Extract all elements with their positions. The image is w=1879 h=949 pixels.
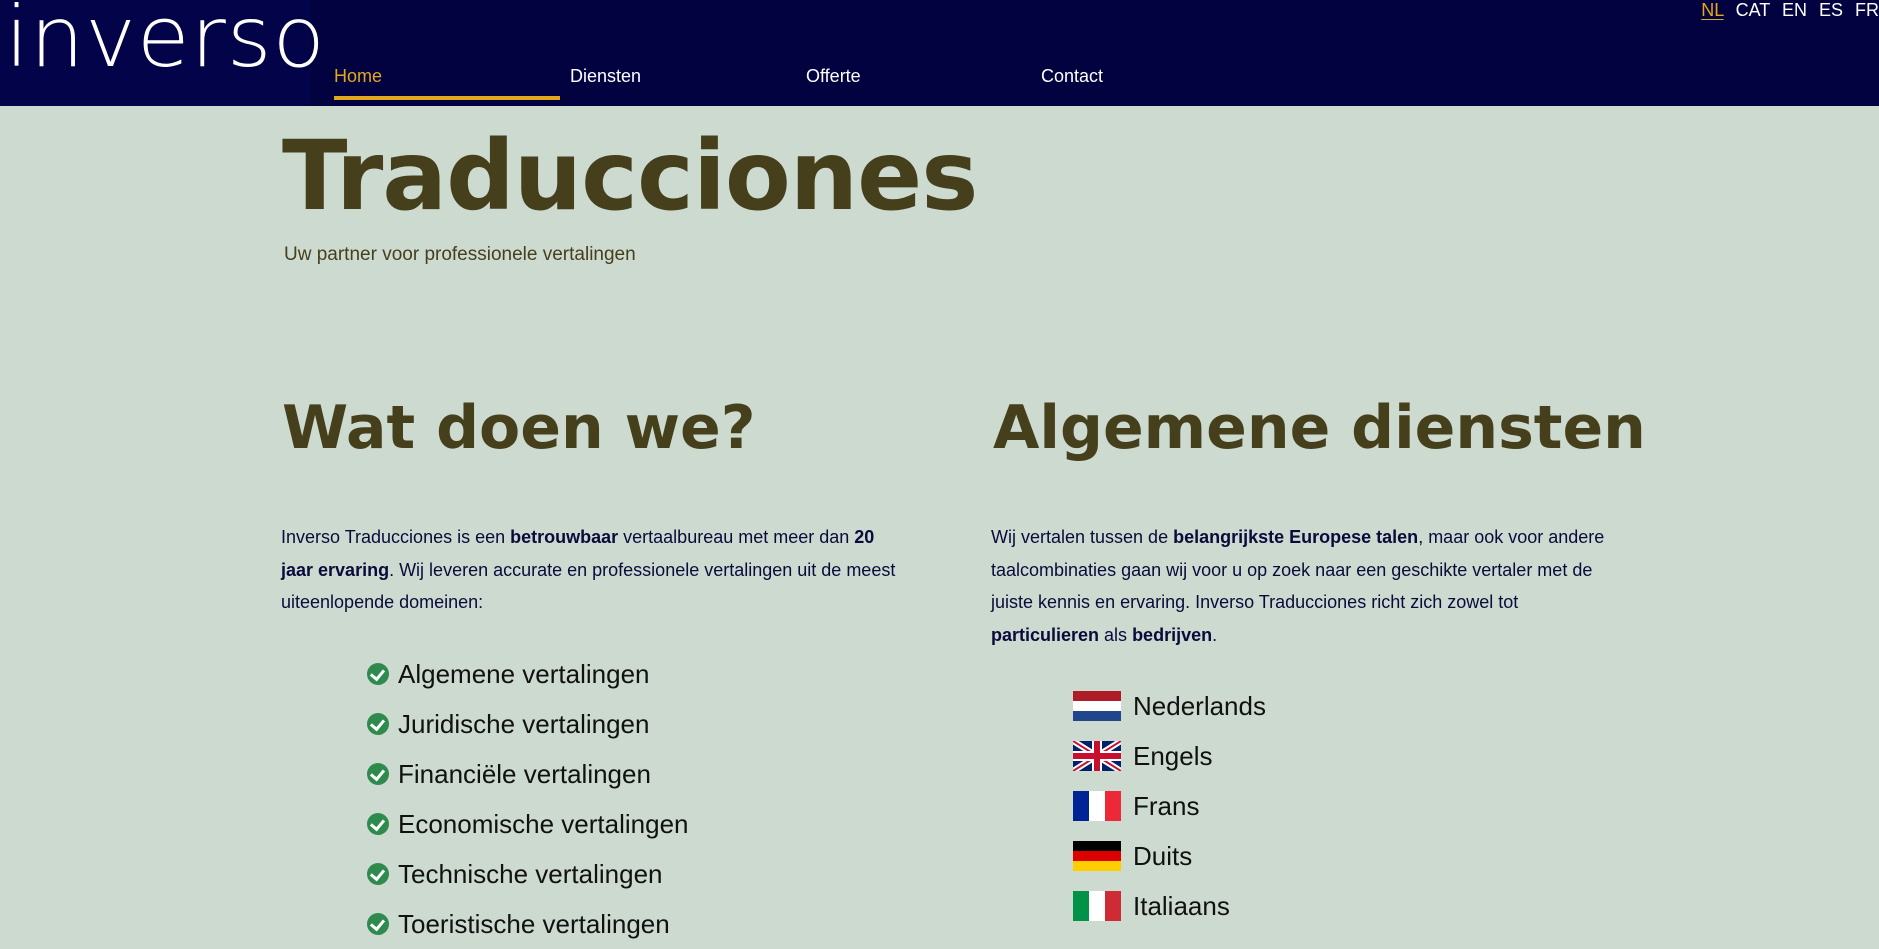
france-flag-icon xyxy=(1073,791,1121,821)
service-label: Economische vertalingen xyxy=(398,808,689,839)
uk-flag-icon xyxy=(1073,741,1121,771)
intro-text: Wij vertalen tussen de xyxy=(991,527,1174,547)
intro-paragraph-right: Wij vertalen tussen de belangrijkste Eur… xyxy=(991,521,1611,651)
lang-nl[interactable]: NL xyxy=(1701,0,1723,20)
service-label: Financiële vertalingen xyxy=(398,758,651,789)
germany-flag-icon xyxy=(1073,841,1121,871)
netherlands-flag-icon xyxy=(1073,691,1121,721)
intro-bold-text: bedrijven xyxy=(1132,624,1213,645)
list-item: Engels xyxy=(1073,731,1266,781)
intro-text: . xyxy=(1212,624,1218,645)
italy-flag-icon xyxy=(1073,891,1121,921)
service-label: Juridische vertalingen xyxy=(398,708,650,739)
intro-paragraph-left: Inverso Traducciones is een betrouwbaar … xyxy=(281,521,901,619)
services-list: Algemene vertalingen Juridische vertalin… xyxy=(367,649,689,949)
section-heading-wat-doen-we: Wat doen we? xyxy=(282,393,756,463)
language-label: Italiaans xyxy=(1133,890,1230,921)
check-circle-icon xyxy=(367,863,389,885)
page-subtitle: Uw partner voor professionele vertalinge… xyxy=(284,244,636,265)
lang-es[interactable]: ES xyxy=(1819,0,1843,20)
language-label: Nederlands xyxy=(1133,690,1266,721)
check-circle-icon xyxy=(367,713,389,735)
service-label: Toeristische vertalingen xyxy=(398,908,670,939)
nav-diensten[interactable]: Diensten xyxy=(570,66,641,87)
list-item: Financiële vertalingen xyxy=(367,749,689,799)
page-title: Traducciones xyxy=(282,120,978,232)
nav-home[interactable]: Home xyxy=(334,66,382,87)
list-item: Duits xyxy=(1073,831,1266,881)
intro-bold-text: belangrijkste Europese talen xyxy=(1173,527,1419,547)
lang-en[interactable]: EN xyxy=(1782,0,1807,20)
language-switcher: NL CAT EN ES FR xyxy=(1694,0,1879,21)
list-item: Algemene vertalingen xyxy=(367,649,689,699)
section-heading-algemene-diensten: Algemene diensten xyxy=(993,393,1646,463)
list-item: Juridische vertalingen xyxy=(367,699,689,749)
logo-link[interactable]: inverso xyxy=(0,0,325,106)
language-label: Engels xyxy=(1133,740,1213,771)
languages-list: Nederlands Engels Frans Duits Italiaans xyxy=(1073,681,1266,931)
list-item: Toeristische vertalingen xyxy=(367,899,689,949)
nav-active-indicator xyxy=(334,96,560,100)
lang-fr[interactable]: FR xyxy=(1855,0,1879,20)
intro-bold-text: betrouwbaar xyxy=(510,527,619,547)
check-circle-icon xyxy=(367,913,389,935)
lang-cat[interactable]: CAT xyxy=(1736,0,1770,20)
language-label: Frans xyxy=(1133,790,1200,821)
nav-offerte[interactable]: Offerte xyxy=(806,66,861,87)
language-label: Duits xyxy=(1133,840,1193,871)
list-item: Italiaans xyxy=(1073,881,1266,931)
top-navigation-bar: inverso Home Diensten Offerte Contact NL… xyxy=(0,0,1879,106)
list-item: Technische vertalingen xyxy=(367,849,689,899)
logo: inverso xyxy=(5,0,326,86)
list-item: Economische vertalingen xyxy=(367,799,689,849)
intro-text: Inverso Traducciones is een xyxy=(281,527,511,547)
service-label: Algemene vertalingen xyxy=(398,658,650,689)
service-label: Technische vertalingen xyxy=(398,858,663,889)
nav-contact[interactable]: Contact xyxy=(1041,66,1103,87)
list-item: Nederlands xyxy=(1073,681,1266,731)
intro-text: als xyxy=(1099,624,1133,645)
intro-text: vertaalbureau met meer dan xyxy=(618,527,855,547)
intro-bold-text: particulieren xyxy=(991,624,1100,645)
check-circle-icon xyxy=(367,663,389,685)
check-circle-icon xyxy=(367,763,389,785)
check-circle-icon xyxy=(367,813,389,835)
list-item: Frans xyxy=(1073,781,1266,831)
